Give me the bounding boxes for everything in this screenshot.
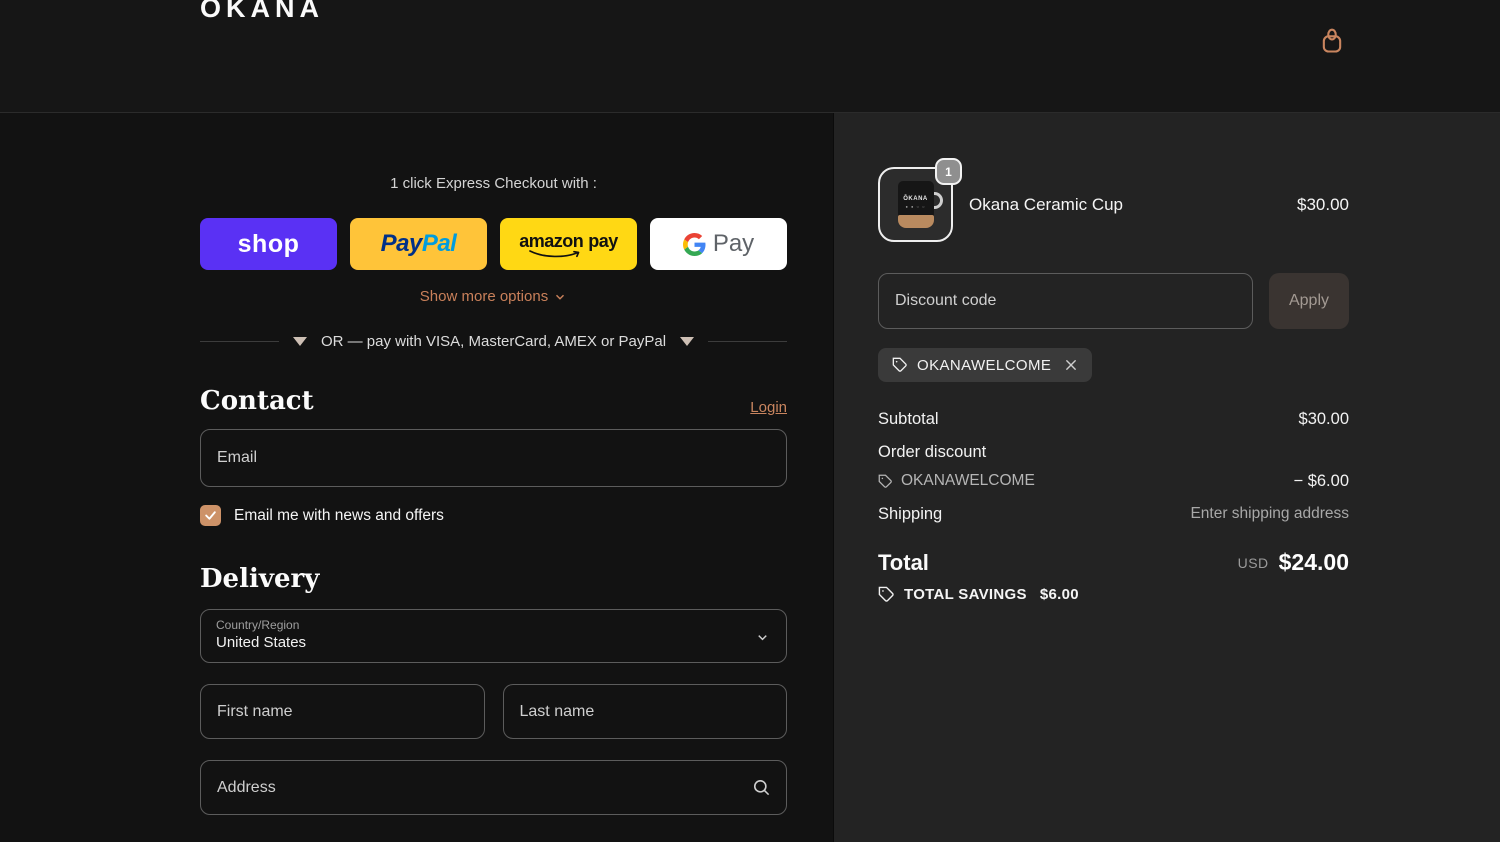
divider-line xyxy=(200,341,279,342)
cart-button[interactable] xyxy=(1317,27,1347,57)
shop-pay-logo: shop xyxy=(237,229,300,258)
search-icon xyxy=(752,778,771,797)
applied-discount-pill: OKANAWELCOME xyxy=(878,348,1093,382)
shipping-label: Shipping xyxy=(878,505,943,523)
caret-down-icon xyxy=(292,337,307,346)
discount-code-text: OKANAWELCOME xyxy=(901,472,1035,489)
product-price: $30.00 xyxy=(1297,194,1349,214)
chevron-down-icon xyxy=(553,290,567,304)
contact-section-header: Contact Login xyxy=(200,386,787,416)
express-checkout-caption: 1 click Express Checkout with : xyxy=(390,175,597,192)
brand-logo[interactable]: OKANA xyxy=(200,0,324,24)
discount-code-row: Apply xyxy=(878,273,1349,329)
google-pay-label: Pay xyxy=(712,230,755,257)
delivery-heading: Delivery xyxy=(200,564,320,594)
amazon-pay-button[interactable]: amazon pay xyxy=(500,218,637,270)
total-row: Total USD $24.00 xyxy=(878,549,1349,576)
newsletter-checkbox[interactable] xyxy=(200,505,221,526)
subtotal-row: Subtotal $30.00 xyxy=(878,408,1349,430)
subtotal-label: Subtotal xyxy=(878,410,939,428)
checkout-main: 1 click Express Checkout with : shop Pay… xyxy=(0,113,1500,842)
tag-icon xyxy=(878,474,893,489)
caret-down-icon xyxy=(680,337,695,346)
remove-discount-icon[interactable] xyxy=(1064,358,1078,372)
shipping-row: Shipping Enter shipping address xyxy=(878,503,1349,525)
chevron-down-icon xyxy=(755,630,770,645)
google-g-icon xyxy=(682,232,706,256)
name-fields-row xyxy=(200,684,787,739)
applied-discount-code: OKANAWELCOME xyxy=(917,356,1052,374)
or-separator: OR — pay with VISA, MasterCard, AMEX or … xyxy=(200,333,787,350)
discount-amount: − $6.00 xyxy=(1293,472,1349,490)
discount-code-line: OKANAWELCOME − $6.00 xyxy=(878,470,1349,492)
paypal-button[interactable]: PayPal xyxy=(350,218,487,270)
cost-summary: Subtotal $30.00 Order discount OKANAWELC… xyxy=(878,408,1349,525)
order-discount-row: Order discount xyxy=(878,441,1349,463)
amazon-smile-icon xyxy=(528,249,579,257)
google-pay-button[interactable]: Pay xyxy=(650,218,787,270)
tag-icon xyxy=(892,357,908,373)
newsletter-row: Email me with news and offers xyxy=(200,505,787,526)
login-link[interactable]: Login xyxy=(750,399,787,416)
tag-icon xyxy=(878,586,895,603)
checkmark-icon xyxy=(204,509,217,522)
quantity-badge: 1 xyxy=(935,158,962,185)
country-select-label: Country/Region xyxy=(216,618,300,632)
cart-line-item: 1 ŌKANA ● ● ○ ○ Okana Ceramic Cup $30.00 xyxy=(878,158,1349,242)
subtotal-value: $30.00 xyxy=(1298,410,1349,428)
total-savings-value: $6.00 xyxy=(1039,586,1079,603)
email-input[interactable] xyxy=(200,429,787,487)
product-thumbnail: 1 ŌKANA ● ● ○ ○ xyxy=(878,158,962,242)
order-discount-label: Order discount xyxy=(878,443,987,461)
shopping-bag-icon xyxy=(1318,28,1346,58)
show-more-options-link[interactable]: Show more options xyxy=(200,288,787,305)
contact-heading: Contact xyxy=(200,386,314,416)
address-field-wrap xyxy=(200,760,787,815)
apply-discount-button[interactable]: Apply xyxy=(1269,273,1349,329)
checkout-form-panel: 1 click Express Checkout with : shop Pay… xyxy=(0,113,833,842)
or-separator-text: OR — pay with VISA, MasterCard, AMEX or … xyxy=(320,333,667,350)
order-summary-panel: 1 ŌKANA ● ● ○ ○ Okana Ceramic Cup $30.00… xyxy=(833,113,1500,842)
country-select[interactable]: Country/Region United States xyxy=(200,609,787,663)
shop-pay-button[interactable]: shop xyxy=(200,218,337,270)
total-value: $24.00 xyxy=(1278,549,1349,575)
address-input[interactable] xyxy=(200,760,787,815)
total-label: Total xyxy=(878,549,929,575)
product-image-mug: ŌKANA ● ● ○ ○ xyxy=(897,181,943,228)
site-header: OKANA xyxy=(0,0,1500,113)
discount-code-input[interactable] xyxy=(878,273,1253,329)
first-name-input[interactable] xyxy=(200,684,485,739)
paypal-logo: PayPal xyxy=(380,230,457,257)
last-name-input[interactable] xyxy=(502,684,787,739)
total-savings-row: TOTAL SAVINGS $6.00 xyxy=(878,586,1349,603)
product-name: Okana Ceramic Cup xyxy=(969,194,1124,214)
shipping-value: Enter shipping address xyxy=(1190,505,1349,522)
divider-line xyxy=(708,341,787,342)
newsletter-label: Email me with news and offers xyxy=(234,506,444,524)
total-savings-label: TOTAL SAVINGS xyxy=(904,586,1027,603)
country-select-value: United States xyxy=(216,634,307,651)
currency-code: USD xyxy=(1237,554,1269,571)
express-buttons-row: shop PayPal amazon pay Pay xyxy=(200,218,787,270)
